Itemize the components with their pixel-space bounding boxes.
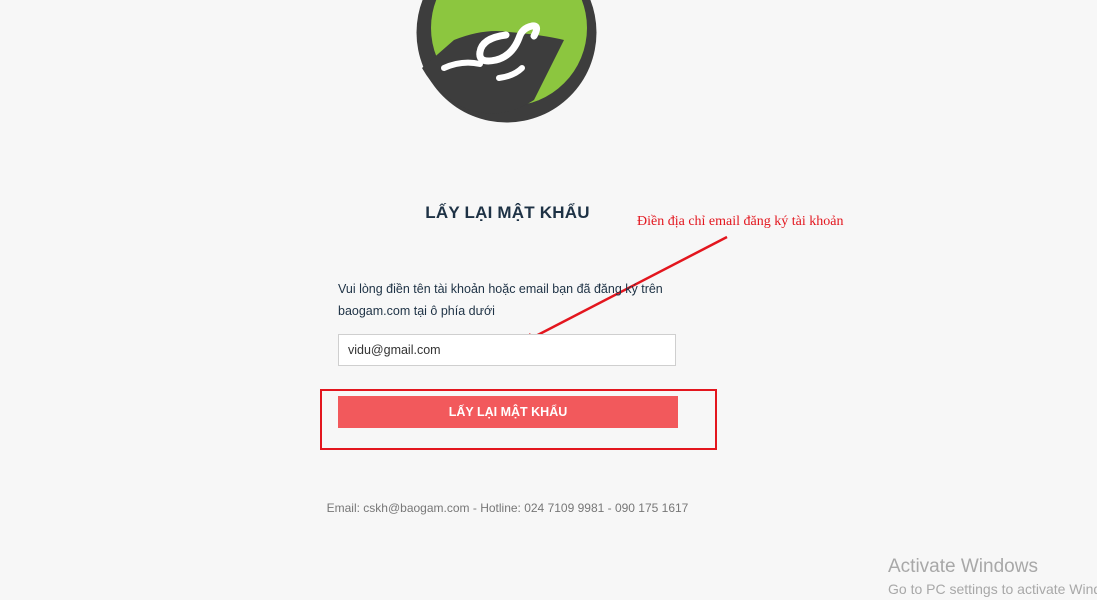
baogam-logo[interactable] (414, 0, 599, 125)
footer-contact: Email: cskh@baogam.com - Hotline: 024 71… (326, 501, 689, 515)
windows-activation-watermark: Activate Windows Go to PC settings to ac… (888, 555, 1097, 599)
form-description: Vui lòng điền tên tài khoản hoặc email b… (338, 282, 663, 318)
page: LẤY LẠI MẬT KHẨU Điền địa chỉ email đăng… (0, 0, 1097, 600)
page-title: LẤY LẠI MẬT KHẨU (425, 203, 590, 222)
email-input[interactable] (338, 334, 676, 366)
watermark-subtitle: Go to PC settings to activate Windows. (888, 581, 1097, 597)
watermark-title: Activate Windows (888, 556, 1038, 577)
annotation-text: Điền địa chỉ email đăng ký tài khoản (637, 214, 844, 229)
reset-password-button[interactable]: LẤY LẠI MẬT KHẨU (338, 396, 678, 428)
